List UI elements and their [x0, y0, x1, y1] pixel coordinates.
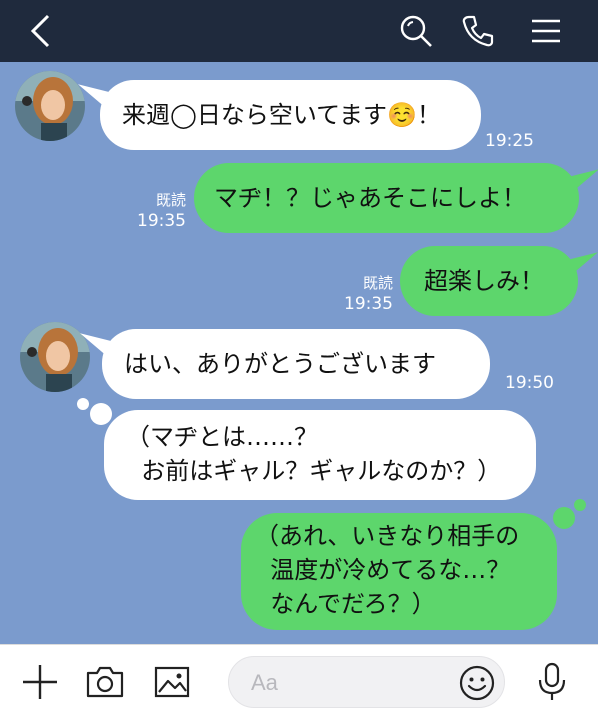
mic-button[interactable]	[530, 645, 574, 718]
plus-icon	[23, 665, 57, 699]
plus-button[interactable]	[18, 645, 62, 718]
message-time: 19:35	[137, 211, 186, 231]
message-time: 19:50	[505, 373, 554, 393]
message-bubble-incoming[interactable]: 来週◯日なら空いてます☺️！	[100, 80, 481, 150]
message-text: マヂ！？じゃあそこにしよ！	[214, 184, 526, 212]
message-bubble-outgoing[interactable]: 超楽しみ！	[400, 246, 578, 316]
message-meta: 既読 19:35	[120, 190, 186, 232]
message-bubble-incoming[interactable]: はい、ありがとうございます	[102, 329, 490, 399]
thought-dot	[553, 507, 575, 529]
camera-button[interactable]	[83, 645, 127, 718]
message-text: 超楽しみ！	[424, 267, 544, 295]
thought-bubble-incoming[interactable]: （マヂとは……？ お前はギャル？ギャルなのか？）	[104, 410, 536, 500]
phone-icon	[462, 15, 494, 47]
camera-icon	[86, 666, 124, 698]
message-text: 来週◯日なら空いてます☺️！	[122, 101, 441, 129]
call-button[interactable]	[456, 0, 500, 62]
thought-dot	[90, 403, 112, 425]
image-button[interactable]	[150, 645, 194, 718]
search-button[interactable]	[394, 0, 438, 62]
thought-dot	[77, 398, 89, 410]
message-time: 19:25	[485, 131, 534, 151]
avatar[interactable]	[15, 71, 85, 141]
emoji-icon[interactable]	[458, 664, 496, 702]
message-bubble-outgoing[interactable]: マヂ！？じゃあそこにしよ！	[194, 163, 579, 233]
message-input[interactable]: Aa	[228, 656, 505, 708]
message-meta: 既読 19:35	[327, 273, 393, 315]
read-receipt: 既読	[155, 191, 186, 209]
message-text: はい、ありがとうございます	[124, 350, 436, 378]
back-button[interactable]	[18, 0, 62, 62]
search-icon	[400, 15, 432, 47]
menu-icon	[532, 19, 560, 43]
menu-button[interactable]	[524, 0, 568, 62]
message-text: （マヂとは……？ お前はギャル？ギャルなのか？）	[126, 423, 502, 485]
image-icon	[154, 666, 190, 698]
input-placeholder: Aa	[251, 670, 278, 695]
thought-bubble-outgoing[interactable]: （あれ、いきなり相手の 温度が冷めてるな…？ なんでだろ？）	[241, 513, 557, 630]
message-time: 19:35	[344, 294, 393, 314]
message-text: （あれ、いきなり相手の 温度が冷めてるな…？ なんでだろ？）	[255, 522, 520, 618]
microphone-icon	[538, 662, 566, 700]
profile-photo-icon	[15, 71, 85, 141]
chevron-left-icon	[30, 14, 50, 48]
chat-header	[0, 0, 598, 62]
read-receipt: 既読	[362, 274, 393, 292]
input-bar: Aa	[0, 644, 598, 718]
thought-dot	[574, 499, 586, 511]
message-list[interactable]: 来週◯日なら空いてます☺️！ 19:25 既読 19:35 マヂ！？じゃあそこに…	[0, 62, 598, 644]
